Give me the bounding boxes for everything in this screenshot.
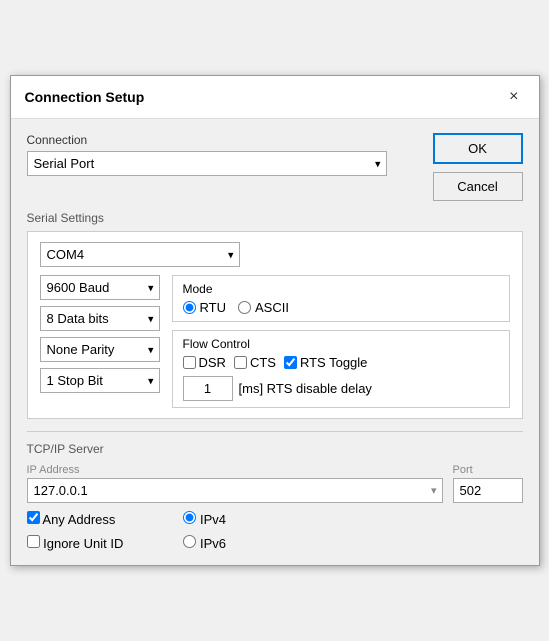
ip-field-label: IP Address (27, 464, 443, 476)
ipv6-text: IPv6 (200, 536, 226, 551)
title-bar: Connection Setup × (11, 76, 539, 119)
connection-select-wrapper: Serial Port TCP/IP Client TCP/IP Server (27, 151, 387, 176)
ip-select-wrapper: ▾ (27, 478, 443, 503)
any-address-checkbox[interactable] (27, 511, 40, 524)
rtu-radio-label[interactable]: RTU (183, 300, 226, 315)
ipv6-radio[interactable] (183, 535, 196, 548)
ascii-radio[interactable] (238, 301, 251, 314)
ipv4-text: IPv4 (200, 512, 226, 527)
mode-group: Mode RTU ASCII (172, 275, 510, 322)
rts-delay-input[interactable] (183, 376, 233, 401)
connection-select[interactable]: Serial Port TCP/IP Client TCP/IP Server (27, 151, 387, 176)
ignore-unit-checkbox[interactable] (27, 535, 40, 548)
ascii-label: ASCII (255, 300, 289, 315)
connection-setup-dialog: Connection Setup × Connection Serial Por… (10, 75, 540, 566)
stopbit-select[interactable]: 1 Stop Bit 2 Stop Bits (40, 368, 160, 393)
ok-button[interactable]: OK (433, 133, 523, 164)
tcp-label: TCP/IP Server (27, 442, 523, 456)
cts-checkbox-label[interactable]: CTS (234, 355, 276, 370)
connection-label: Connection (27, 133, 423, 147)
dsr-checkbox-label[interactable]: DSR (183, 355, 226, 370)
stopbit-select-wrapper: 1 Stop Bit 2 Stop Bits (40, 368, 160, 393)
rtu-radio[interactable] (183, 301, 196, 314)
databits-select-wrapper: 7 Data bits 8 Data bits (40, 306, 160, 331)
rts-checkbox[interactable] (284, 356, 297, 369)
any-address-label[interactable]: Any Address (27, 511, 124, 527)
port-input[interactable] (453, 478, 523, 503)
dialog-title: Connection Setup (25, 89, 145, 105)
baud-select[interactable]: 1200 Baud 2400 Baud 4800 Baud 9600 Baud … (40, 275, 160, 300)
parity-select-wrapper: None Parity Even Parity Odd Parity (40, 337, 160, 362)
flow-control-label: Flow Control (183, 337, 499, 351)
cts-checkbox[interactable] (234, 356, 247, 369)
ipv4-radio[interactable] (183, 511, 196, 524)
ipv4-radio-label[interactable]: IPv4 (183, 511, 226, 527)
rtu-label: RTU (200, 300, 226, 315)
rts-checkbox-label[interactable]: RTS Toggle (284, 355, 367, 370)
flow-control-group: Flow Control DSR CTS (172, 330, 510, 408)
mode-label: Mode (183, 282, 499, 296)
cts-label: CTS (250, 355, 276, 370)
ignore-unit-text: Ignore Unit ID (43, 536, 123, 551)
serial-settings-label: Serial Settings (27, 211, 523, 225)
databits-select[interactable]: 7 Data bits 8 Data bits (40, 306, 160, 331)
ascii-radio-label[interactable]: ASCII (238, 300, 289, 315)
ignore-unit-label[interactable]: Ignore Unit ID (27, 535, 124, 551)
ipv6-radio-label[interactable]: IPv6 (183, 535, 226, 551)
port-select[interactable]: COM1 COM2 COM3 COM4 COM5 (40, 242, 240, 267)
port-field-label: Port (453, 464, 523, 476)
dsr-label: DSR (199, 355, 226, 370)
port-select-wrapper: COM1 COM2 COM3 COM4 COM5 (40, 242, 240, 267)
rts-delay-label: [ms] RTS disable delay (239, 381, 372, 396)
close-button[interactable]: × (503, 86, 524, 108)
dsr-checkbox[interactable] (183, 356, 196, 369)
baud-select-wrapper: 1200 Baud 2400 Baud 4800 Baud 9600 Baud … (40, 275, 160, 300)
ip-input[interactable] (27, 478, 443, 503)
parity-select[interactable]: None Parity Even Parity Odd Parity (40, 337, 160, 362)
any-address-text: Any Address (42, 512, 115, 527)
rts-label: RTS Toggle (300, 355, 367, 370)
cancel-button[interactable]: Cancel (433, 172, 523, 201)
